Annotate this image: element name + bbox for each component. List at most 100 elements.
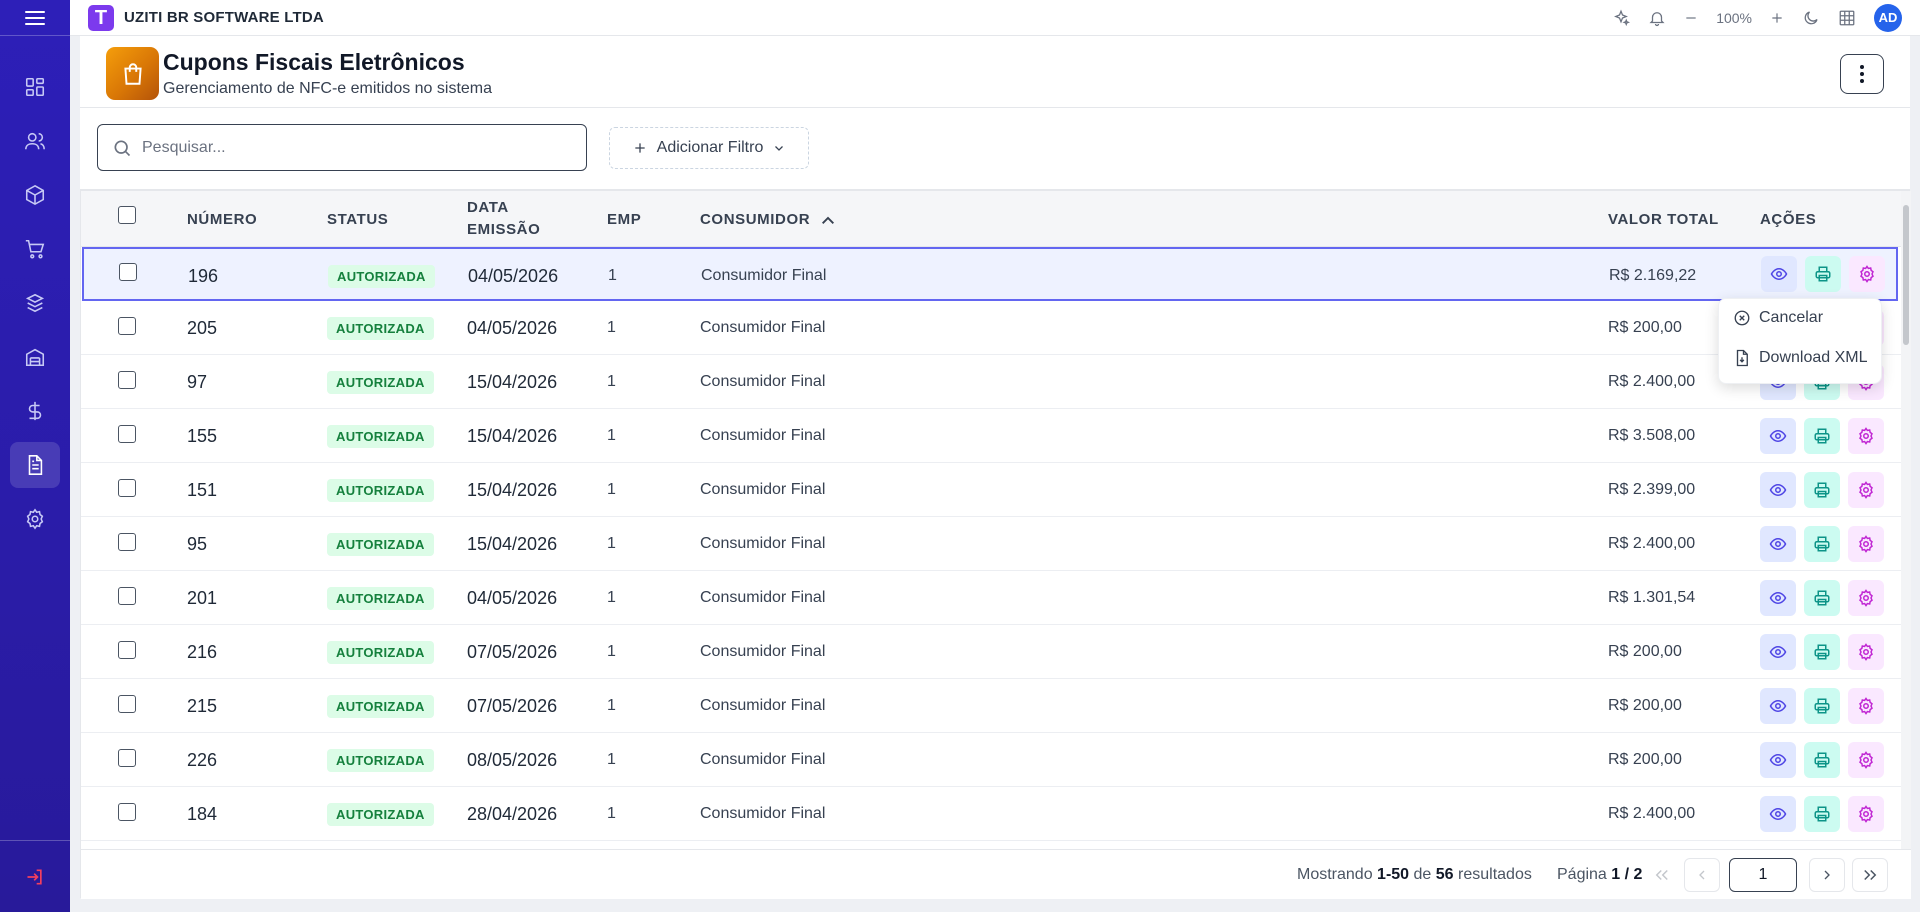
print-button[interactable] — [1804, 526, 1840, 562]
page-number-input[interactable] — [1729, 858, 1797, 892]
menu-item-cancelar-label: Cancelar — [1759, 309, 1824, 326]
row-checkbox[interactable] — [118, 803, 136, 821]
row-settings-button[interactable] — [1848, 634, 1884, 670]
cell-valor-total: R$ 2.400,00 — [1608, 535, 1696, 552]
row-checkbox[interactable] — [118, 533, 136, 551]
header-numero[interactable]: NÚMERO — [187, 211, 257, 228]
scrollbar-thumb[interactable] — [1903, 205, 1909, 345]
row-checkbox[interactable] — [118, 425, 136, 443]
table-row[interactable]: 226 AUTORIZADA 08/05/2026 1 Consumidor Final… — [81, 733, 1901, 787]
row-checkbox[interactable] — [118, 641, 136, 659]
row-settings-button[interactable] — [1848, 742, 1884, 778]
row-settings-button[interactable] — [1848, 472, 1884, 508]
cell-valor-total: R$ 2.400,00 — [1608, 373, 1696, 390]
last-page-button[interactable] — [1852, 858, 1888, 892]
status-badge: AUTORIZADA — [327, 802, 434, 826]
row-settings-button[interactable] — [1848, 418, 1884, 454]
print-button[interactable] — [1805, 256, 1841, 292]
row-checkbox[interactable] — [119, 263, 137, 281]
row-settings-button[interactable] — [1848, 796, 1884, 832]
bell-icon[interactable] — [1648, 9, 1666, 27]
row-checkbox[interactable] — [118, 479, 136, 497]
cell-emp: 1 — [607, 643, 616, 660]
moon-icon[interactable] — [1802, 9, 1820, 27]
header-emp[interactable]: EMP — [607, 211, 641, 228]
view-button[interactable] — [1760, 580, 1796, 616]
header-consumidor[interactable]: CONSUMIDOR — [700, 211, 836, 228]
printer-icon — [1814, 590, 1830, 606]
print-button[interactable] — [1804, 472, 1840, 508]
sparkle-icon[interactable] — [1612, 9, 1631, 27]
table-row[interactable]: 155 AUTORIZADA 15/04/2026 1 Consumidor Final… — [81, 409, 1901, 463]
next-page-button[interactable] — [1809, 858, 1845, 892]
sidebar-item-dashboard[interactable] — [10, 64, 60, 110]
print-button[interactable] — [1804, 418, 1840, 454]
table-row[interactable]: 215 AUTORIZADA 07/05/2026 1 Consumidor Final… — [81, 679, 1901, 733]
menu-item-download-xml[interactable]: Download XML — [1733, 349, 1868, 367]
eye-icon — [1769, 699, 1787, 713]
first-page-button[interactable] — [1644, 858, 1680, 892]
sidebar-item-inventory[interactable] — [10, 280, 60, 326]
apps-grid-icon[interactable] — [1838, 9, 1856, 27]
row-settings-button[interactable] — [1848, 688, 1884, 724]
row-settings-button[interactable] — [1848, 526, 1884, 562]
menu-toggle-button[interactable] — [0, 0, 70, 36]
view-button[interactable] — [1760, 742, 1796, 778]
view-button[interactable] — [1760, 472, 1796, 508]
cell-consumidor: Consumidor Final — [700, 805, 826, 822]
header-data-line2[interactable]: EMISSÃO — [467, 221, 540, 238]
print-button[interactable] — [1804, 580, 1840, 616]
header-status[interactable]: STATUS — [327, 211, 388, 228]
sidebar-item-documents[interactable] — [10, 442, 60, 488]
table-row[interactable]: 95 AUTORIZADA 15/04/2026 1 Consumidor Final R… — [81, 517, 1901, 571]
search-input[interactable] — [142, 138, 562, 157]
row-settings-button[interactable] — [1848, 580, 1884, 616]
row-checkbox[interactable] — [118, 695, 136, 713]
view-button[interactable] — [1760, 634, 1796, 670]
table-row[interactable]: 97 AUTORIZADA 15/04/2026 1 Consumidor Final R… — [81, 355, 1901, 409]
sidebar-item-finance[interactable] — [10, 388, 60, 434]
table-row[interactable]: 205 AUTORIZADA 04/05/2026 1 Consumidor Final… — [81, 301, 1901, 355]
view-button[interactable] — [1760, 526, 1796, 562]
page-menu-button[interactable] — [1840, 54, 1884, 94]
table-row[interactable]: 196 AUTORIZADA 04/05/2026 1 Consumidor Final… — [82, 247, 1898, 301]
print-button[interactable] — [1804, 742, 1840, 778]
table-row[interactable]: 216 AUTORIZADA 07/05/2026 1 Consumidor Final… — [81, 625, 1901, 679]
view-button[interactable] — [1760, 418, 1796, 454]
menu-item-cancelar[interactable]: Cancelar — [1733, 309, 1823, 327]
prev-page-button[interactable] — [1684, 858, 1720, 892]
row-actions-dropdown: Cancelar Download XML — [1718, 298, 1882, 384]
cell-data-emissao: 15/04/2026 — [467, 479, 558, 500]
sidebar-item-sales[interactable] — [10, 226, 60, 272]
sidebar-item-warehouse[interactable] — [10, 334, 60, 380]
row-checkbox[interactable] — [118, 587, 136, 605]
select-all-checkbox[interactable] — [118, 206, 136, 224]
view-button[interactable] — [1760, 796, 1796, 832]
header-data-line1[interactable]: DATA — [467, 199, 509, 216]
print-button[interactable] — [1804, 634, 1840, 670]
row-checkbox[interactable] — [118, 371, 136, 389]
table-row[interactable]: 151 AUTORIZADA 15/04/2026 1 Consumidor Final… — [81, 463, 1901, 517]
logout-button[interactable] — [0, 840, 70, 912]
table-scrollbar[interactable] — [1901, 191, 1911, 849]
box-icon — [25, 184, 45, 206]
print-button[interactable] — [1804, 796, 1840, 832]
zoom-out-icon[interactable] — [1684, 11, 1698, 25]
user-avatar[interactable]: AD — [1874, 3, 1902, 32]
sidebar-item-settings[interactable] — [10, 496, 60, 542]
add-filter-button[interactable]: Adicionar Filtro — [609, 127, 809, 169]
eye-icon — [1769, 753, 1787, 767]
view-button[interactable] — [1761, 256, 1797, 292]
eye-icon — [1769, 537, 1787, 551]
header-valor-total[interactable]: VALOR TOTAL — [1608, 211, 1719, 228]
sidebar-item-users[interactable] — [10, 118, 60, 164]
sidebar-item-products[interactable] — [10, 172, 60, 218]
view-button[interactable] — [1760, 688, 1796, 724]
table-row[interactable]: 201 AUTORIZADA 04/05/2026 1 Consumidor Final… — [81, 571, 1901, 625]
print-button[interactable] — [1804, 688, 1840, 724]
row-settings-button[interactable] — [1849, 256, 1885, 292]
row-checkbox[interactable] — [118, 317, 136, 335]
table-row[interactable]: 184 AUTORIZADA 28/04/2026 1 Consumidor Final… — [81, 787, 1901, 841]
row-checkbox[interactable] — [118, 749, 136, 767]
zoom-in-icon[interactable] — [1770, 11, 1784, 25]
